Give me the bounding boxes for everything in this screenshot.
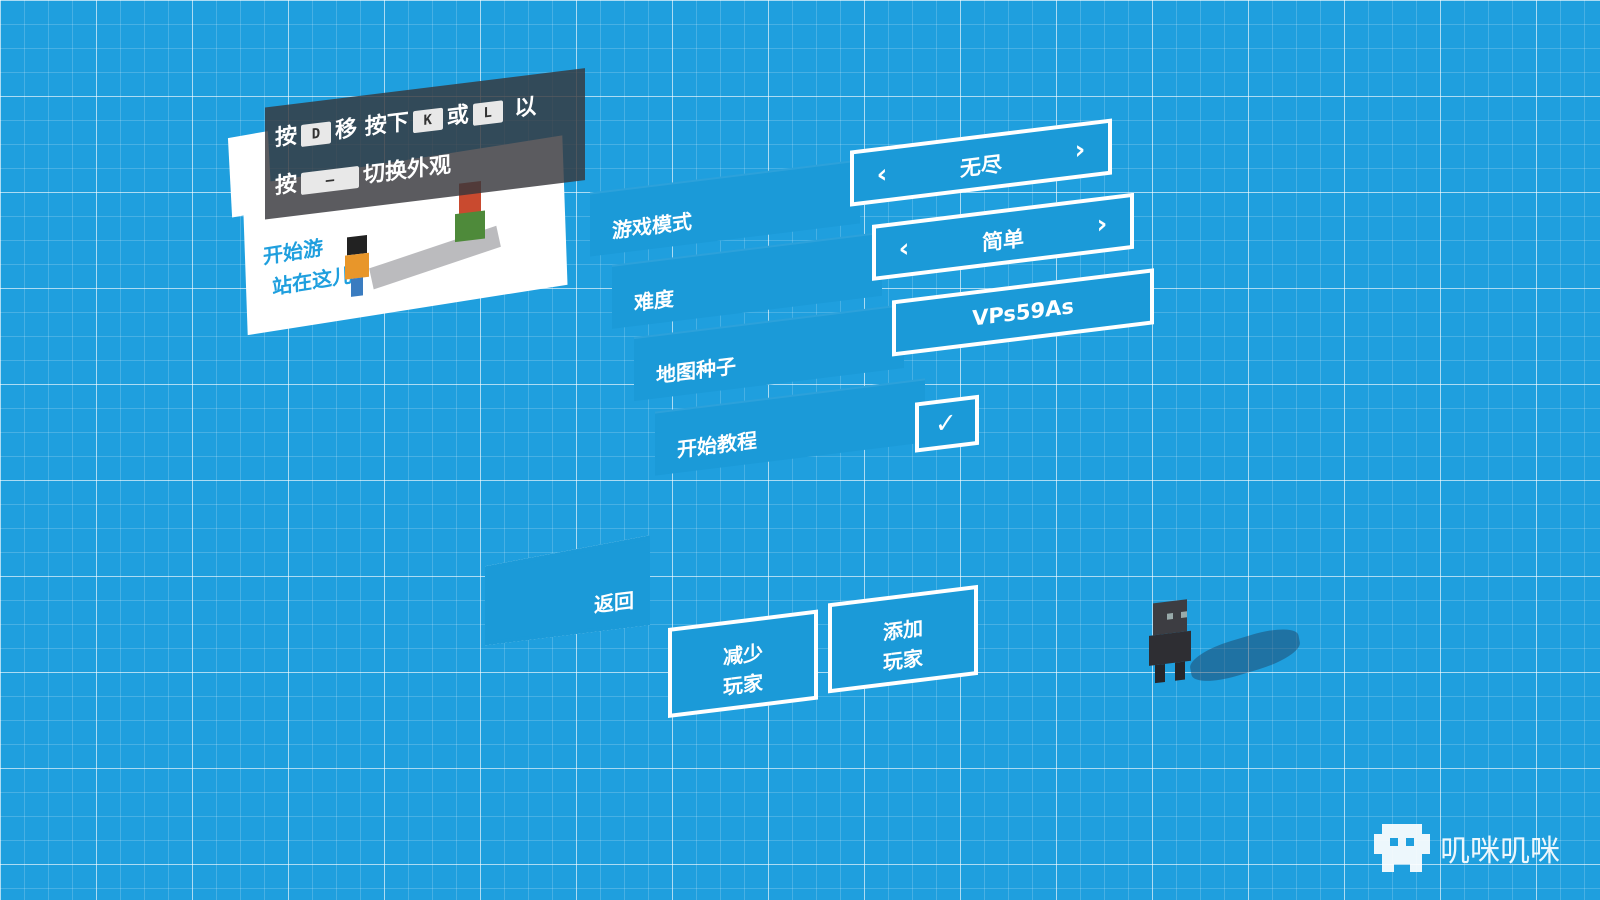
hint-text: 移 bbox=[335, 116, 358, 144]
hint-text: 按 bbox=[275, 171, 298, 200]
hint-text: 按下 bbox=[364, 109, 409, 141]
map-seed-field[interactable]: VPs59As bbox=[892, 268, 1154, 357]
hint-text: 按 bbox=[275, 123, 298, 152]
remove-player-button[interactable]: 减少 玩家 bbox=[668, 609, 818, 718]
hint-text: 切换外观 bbox=[363, 152, 452, 189]
add-player-button[interactable]: 添加 玩家 bbox=[828, 584, 978, 694]
difficulty-selector[interactable]: ‹ 简单 › bbox=[872, 192, 1134, 281]
controls-hint-line-2: 按 — 切换外观 bbox=[275, 147, 451, 201]
key-k-icon: K bbox=[412, 107, 443, 134]
watermark: 叽咪叽咪 bbox=[1374, 824, 1560, 872]
game-mode-selector[interactable]: ‹ 无尽 › bbox=[850, 118, 1112, 207]
tutorial-checkbox[interactable]: ✓ bbox=[915, 394, 979, 453]
back-button-label: 返回 bbox=[594, 588, 634, 618]
game-mode-label: 游戏模式 bbox=[612, 209, 692, 243]
hint-text: 以 bbox=[514, 94, 537, 122]
tutorial-label: 开始教程 bbox=[677, 428, 757, 462]
chevron-right-icon[interactable]: › bbox=[1066, 135, 1094, 166]
key-d-icon: D bbox=[301, 121, 332, 148]
map-seed-value: VPs59As bbox=[972, 294, 1074, 331]
map-seed-label: 地图种子 bbox=[656, 353, 736, 388]
watermark-text: 叽咪叽咪 bbox=[1440, 834, 1560, 869]
back-button[interactable]: 返回 bbox=[485, 535, 650, 645]
checkmark-icon: ✓ bbox=[935, 407, 957, 441]
key-dash-icon: — bbox=[301, 165, 360, 196]
hint-text: 或 bbox=[446, 102, 469, 131]
player-character-orange bbox=[345, 234, 369, 298]
game-scene: 开始游 站在这儿 按D移 按下 K 或 L 以 按 — 切换外观 游戏模式 ‹ 无尽 › … bbox=[0, 0, 1600, 900]
chevron-right-icon[interactable]: › bbox=[1088, 209, 1116, 240]
robot-character bbox=[1145, 598, 1195, 684]
pixel-robot-logo-icon bbox=[1374, 824, 1430, 872]
controls-hint-line-1: 按D移 按下 K 或 L 以 bbox=[275, 88, 536, 152]
key-l-icon: L bbox=[472, 100, 503, 126]
robot-shadow bbox=[1187, 621, 1303, 689]
difficulty-label: 难度 bbox=[634, 286, 674, 316]
